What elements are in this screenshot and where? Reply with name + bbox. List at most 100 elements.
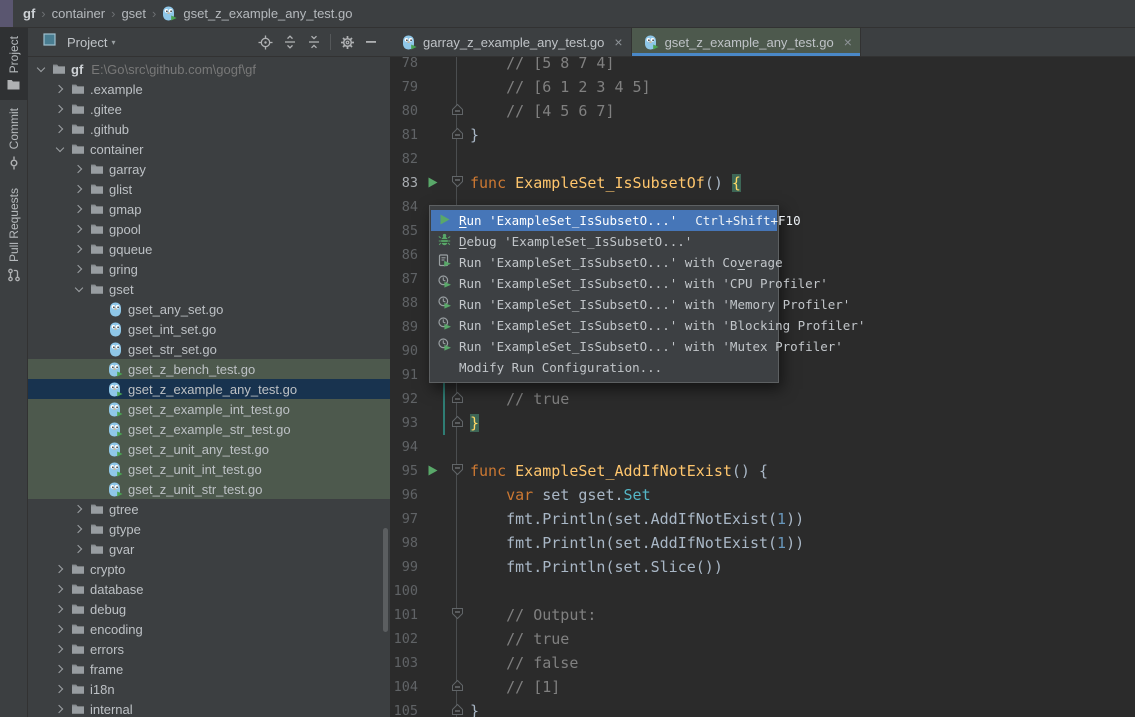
tree-item[interactable]: gset_z_unit_any_test.go [28,439,390,459]
settings-gear-icon[interactable] [335,35,360,50]
chevron-right-icon[interactable] [70,246,87,252]
code-line[interactable]: 81} [390,123,1135,147]
tree-item[interactable]: frame [28,659,390,679]
line-number[interactable]: 95 [390,459,424,483]
line-number[interactable]: 99 [390,555,424,579]
editor-tab[interactable]: gset_z_example_any_test.go× [632,28,861,56]
chevron-down-icon[interactable] [70,287,87,291]
tree-item[interactable]: .gitee [28,99,390,119]
line-number[interactable]: 97 [390,507,424,531]
line-number[interactable]: 79 [390,75,424,99]
line-number[interactable]: 90 [390,339,424,363]
code-line[interactable]: 79 // [6 1 2 3 4 5] [390,75,1135,99]
tree-item[interactable]: gmap [28,199,390,219]
code-line[interactable]: 100 [390,579,1135,603]
line-number[interactable]: 101 [390,603,424,627]
tree-item[interactable]: crypto [28,559,390,579]
fold-end-icon[interactable] [451,387,464,411]
menu-item[interactable]: Run 'ExampleSet_IsSubsetO...' with 'Memo… [431,294,777,315]
line-number[interactable]: 80 [390,99,424,123]
tree-item[interactable]: gset_z_unit_str_test.go [28,479,390,499]
breadcrumb-item[interactable]: gset_z_example_any_test.go [181,6,354,21]
tree-item[interactable]: i18n [28,679,390,699]
line-number[interactable]: 85 [390,219,424,243]
chevron-right-icon[interactable] [70,546,87,552]
code-line[interactable]: 96 var set gset.Set [390,483,1135,507]
fold-end-icon[interactable] [451,699,464,717]
code-line[interactable]: 78 // [5 8 7 4] [390,57,1135,75]
line-number[interactable]: 86 [390,243,424,267]
tree-item[interactable]: glist [28,179,390,199]
code-line[interactable]: 95func ExampleSet_AddIfNotExist() { [390,459,1135,483]
chevron-right-icon[interactable] [70,266,87,272]
chevron-right-icon[interactable] [70,506,87,512]
project-view-title[interactable]: Project [67,35,107,50]
tree-item[interactable]: gset_z_example_any_test.go [28,379,390,399]
code-line[interactable]: 97 fmt.Println(set.AddIfNotExist(1)) [390,507,1135,531]
tree-item[interactable]: gtype [28,519,390,539]
tree-item[interactable]: gset_z_bench_test.go [28,359,390,379]
code-line[interactable]: 105} [390,699,1135,717]
chevron-right-icon[interactable] [51,126,68,132]
tree-item[interactable]: .example [28,79,390,99]
code-line[interactable]: 80 // [4 5 6 7] [390,99,1135,123]
tree-scrollbar[interactable] [383,528,388,632]
menu-item[interactable]: Run 'ExampleSet_IsSubsetO...' with 'Mute… [431,336,777,357]
tree-item[interactable]: gtree [28,499,390,519]
tree-item[interactable]: internal [28,699,390,717]
fold-end-icon[interactable] [451,675,464,699]
line-number[interactable]: 89 [390,315,424,339]
line-number[interactable]: 93 [390,411,424,435]
editor-tab[interactable]: garray_z_example_any_test.go× [390,28,632,56]
fold-start-icon[interactable] [451,459,464,483]
line-number[interactable]: 104 [390,675,424,699]
line-number[interactable]: 102 [390,627,424,651]
code-line[interactable]: 99 fmt.Println(set.Slice()) [390,555,1135,579]
tree-item[interactable]: gset_z_example_int_test.go [28,399,390,419]
close-icon[interactable]: × [614,35,622,49]
code-line[interactable]: 92 // true [390,387,1135,411]
code-line[interactable]: 93} [390,411,1135,435]
fold-end-icon[interactable] [451,99,464,123]
tree-item[interactable]: container [28,139,390,159]
chevron-right-icon[interactable] [51,606,68,612]
chevron-right-icon[interactable] [51,666,68,672]
breadcrumb-item[interactable]: gf [21,6,37,21]
line-number[interactable]: 98 [390,531,424,555]
tree-item[interactable]: gvar [28,539,390,559]
tree-item[interactable]: gset_int_set.go [28,319,390,339]
code-line[interactable]: 104 // [1] [390,675,1135,699]
chevron-down-icon[interactable] [32,67,49,71]
code-line[interactable]: 83func ExampleSet_IsSubsetOf() { [390,171,1135,195]
menu-item[interactable]: Run 'ExampleSet_IsSubsetO...' with 'CPU … [431,273,777,294]
tree-item[interactable]: gring [28,259,390,279]
code-line[interactable]: 98 fmt.Println(set.AddIfNotExist(1)) [390,531,1135,555]
close-icon[interactable]: × [844,35,852,49]
line-number[interactable]: 87 [390,267,424,291]
line-number[interactable]: 78 [390,57,424,75]
tree-item[interactable]: gfE:\Go\src\github.com\gogf\gf [28,59,390,79]
tree-item[interactable]: gset_any_set.go [28,299,390,319]
hide-panel-icon[interactable] [360,36,382,48]
code-line[interactable]: 102 // true [390,627,1135,651]
chevron-right-icon[interactable] [70,226,87,232]
tree-item[interactable]: debug [28,599,390,619]
run-icon[interactable] [427,171,438,195]
line-number[interactable]: 100 [390,579,424,603]
tree-item[interactable]: gqueue [28,239,390,259]
chevron-right-icon[interactable] [51,686,68,692]
line-number[interactable]: 94 [390,435,424,459]
chevron-right-icon[interactable] [51,626,68,632]
chevron-right-icon[interactable] [51,566,68,572]
line-number[interactable]: 105 [390,699,424,717]
line-number[interactable]: 96 [390,483,424,507]
chevron-right-icon[interactable] [51,646,68,652]
tree-item[interactable]: .github [28,119,390,139]
chevron-right-icon[interactable] [51,106,68,112]
fold-end-icon[interactable] [451,123,464,147]
chevron-right-icon[interactable] [70,526,87,532]
menu-item[interactable]: Modify Run Configuration... [431,357,777,378]
collapse-all-icon[interactable] [302,35,326,49]
chevron-down-icon[interactable] [51,147,68,151]
line-number[interactable]: 103 [390,651,424,675]
